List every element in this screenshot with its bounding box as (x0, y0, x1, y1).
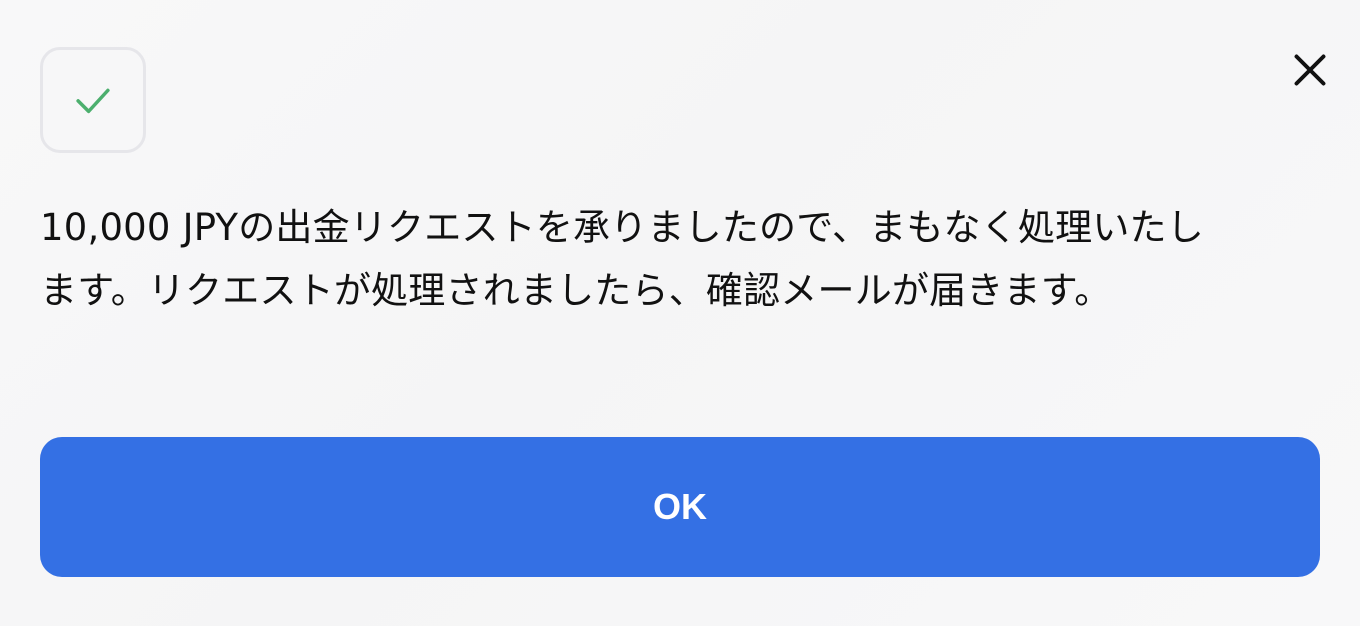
confirmation-message: 10,000 JPYの出金リクエストを承りましたので、まもなく処理いたし ます。… (40, 196, 1320, 322)
success-status-tile (40, 47, 146, 153)
withdrawal-confirmation-dialog: 10,000 JPYの出金リクエストを承りましたので、まもなく処理いたし ます。… (0, 0, 1360, 626)
close-icon (1294, 54, 1326, 86)
check-icon (76, 88, 110, 114)
close-button[interactable] (1284, 44, 1336, 96)
message-line-1: 10,000 JPYの出金リクエストを承りましたので、まもなく処理いたし (40, 206, 1204, 249)
ok-button[interactable]: OK (40, 437, 1320, 577)
message-line-2: ます。リクエストが処理されましたら、確認メールが届きます。 (40, 269, 1112, 312)
